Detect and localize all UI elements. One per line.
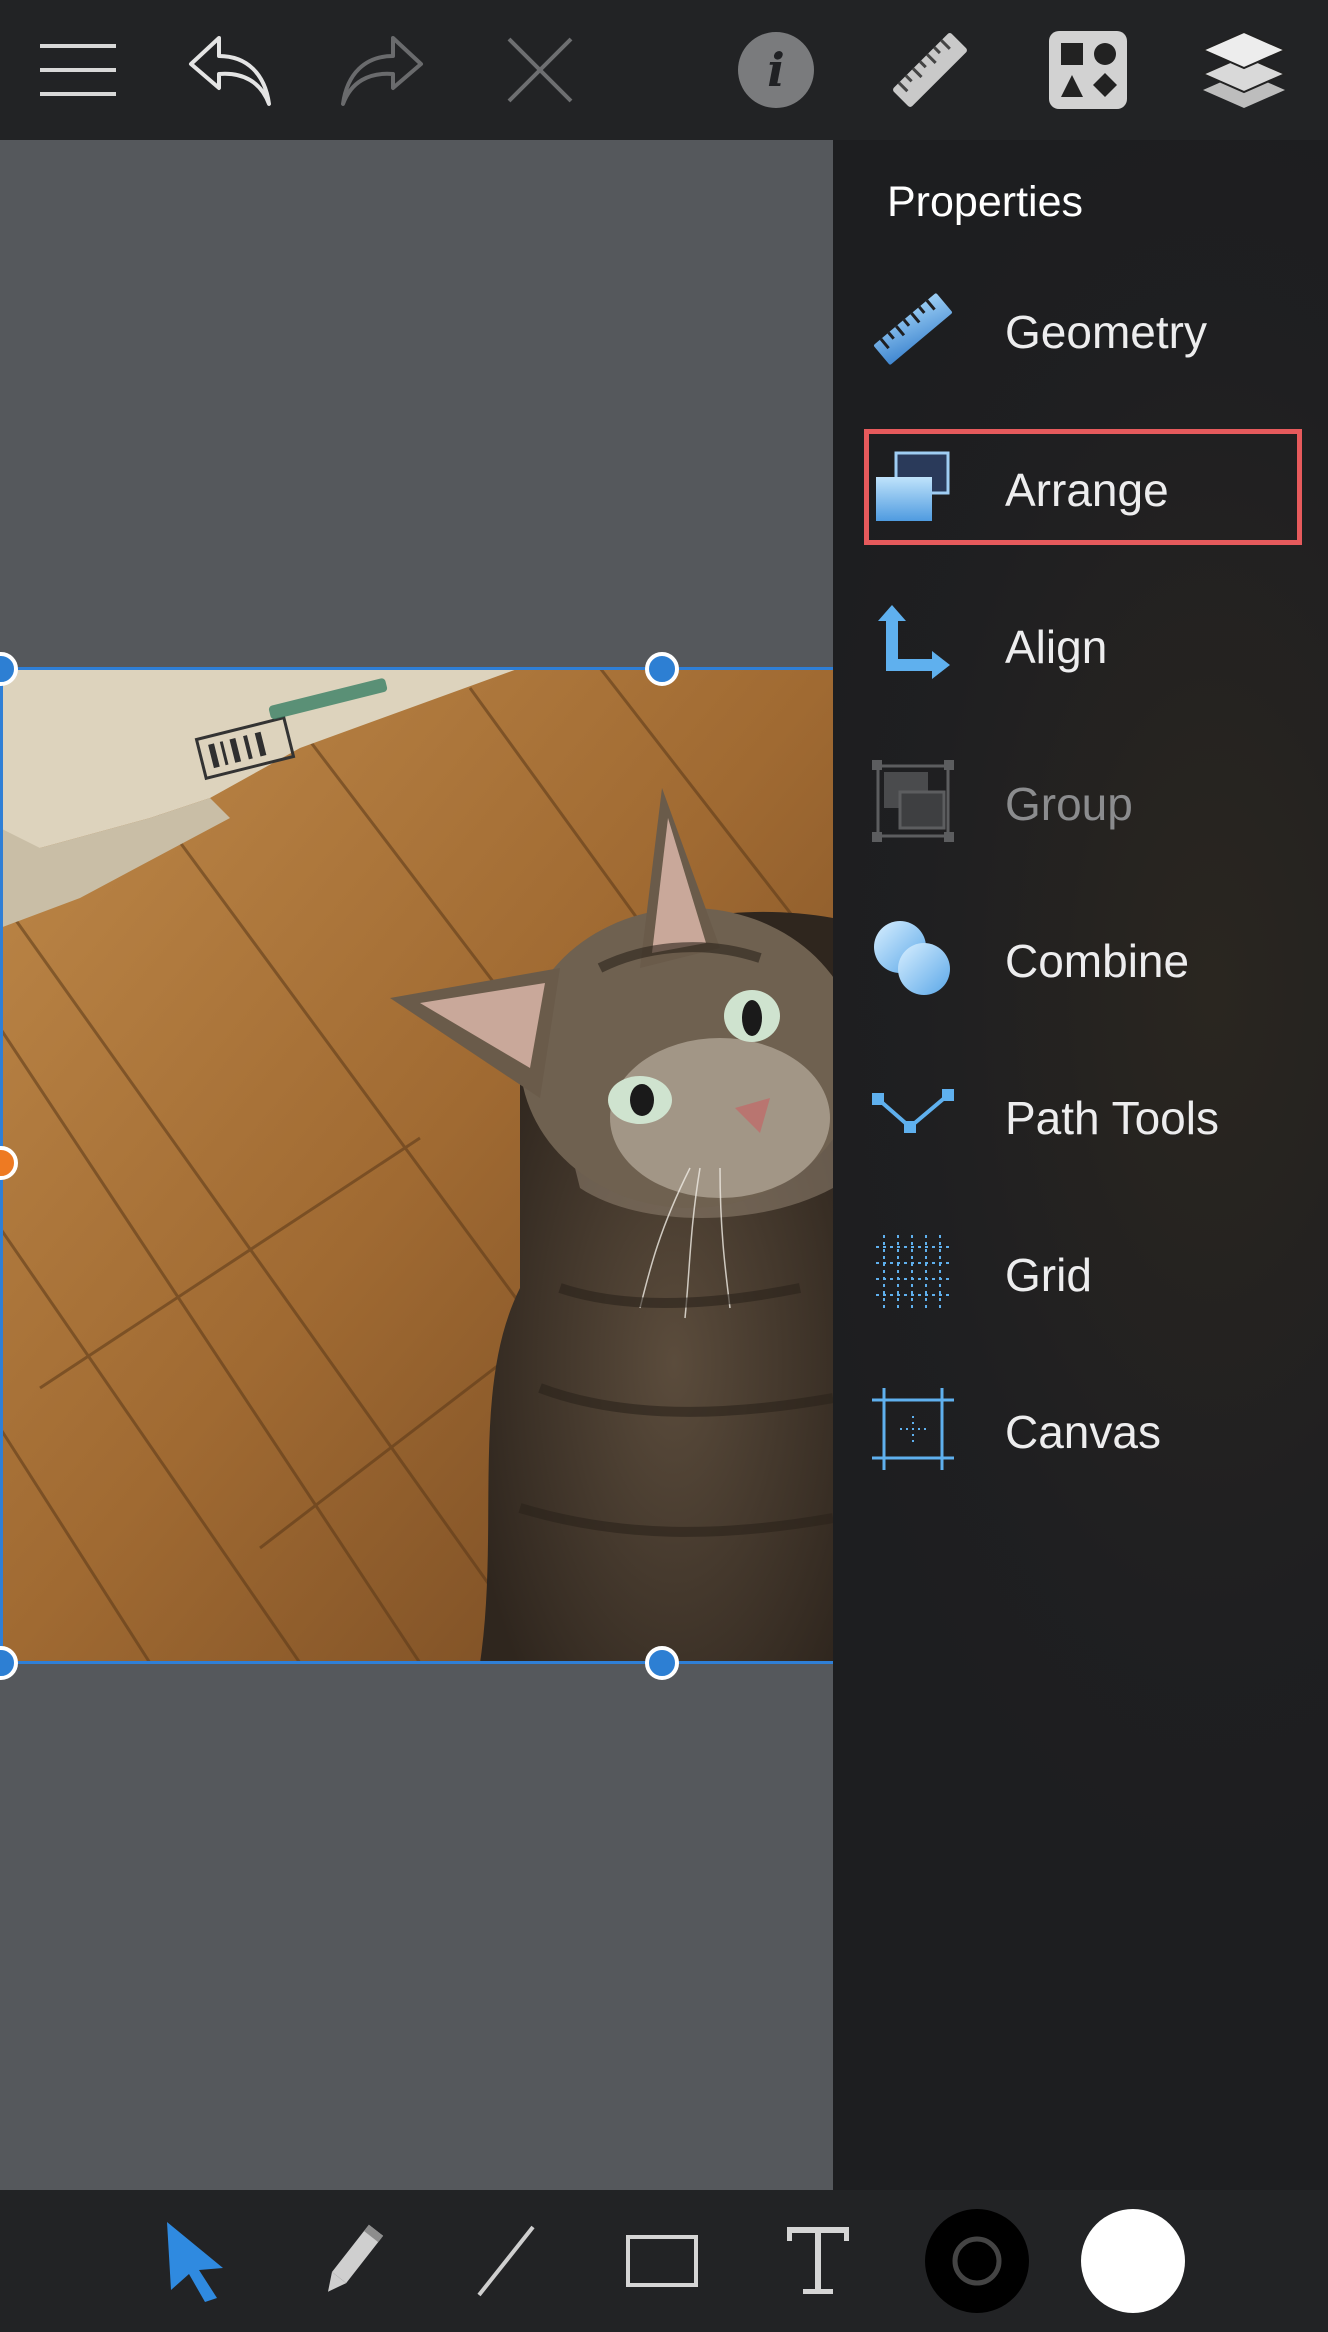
- layers-icon[interactable]: [1184, 10, 1304, 130]
- svg-text:i: i: [767, 43, 784, 97]
- property-canvas[interactable]: Canvas: [863, 1370, 1303, 1488]
- delete-icon[interactable]: [480, 10, 600, 130]
- property-arrange[interactable]: Arrange: [863, 428, 1303, 546]
- align-icon: [863, 585, 963, 703]
- panel-title: Properties: [887, 178, 1083, 226]
- select-tool-icon[interactable]: [136, 2201, 256, 2321]
- redo-icon[interactable]: [322, 10, 442, 130]
- property-label: Grid: [1005, 1249, 1092, 1301]
- property-label: Geometry: [1005, 306, 1207, 358]
- pencil-tool-icon[interactable]: [292, 2201, 412, 2321]
- stroke-color-swatch[interactable]: [917, 2201, 1037, 2321]
- resize-handle-bottom-middle[interactable]: [645, 1646, 679, 1680]
- combine-icon: [863, 899, 963, 1017]
- shapes-library-icon[interactable]: [1028, 10, 1148, 130]
- grid-icon: [863, 1213, 963, 1331]
- property-combine[interactable]: Combine: [863, 899, 1303, 1017]
- path-tools-icon: [863, 1056, 963, 1174]
- ruler-icon[interactable]: [870, 10, 990, 130]
- property-label: Path Tools: [1005, 1092, 1219, 1144]
- property-label: Group: [1005, 778, 1133, 830]
- drawing-canvas[interactable]: [0, 140, 833, 2190]
- property-align[interactable]: Align: [863, 585, 1303, 703]
- selection-top-edge: [0, 667, 833, 670]
- selection-bottom-edge: [0, 1661, 833, 1664]
- fill-color-swatch[interactable]: [1073, 2201, 1193, 2321]
- property-group[interactable]: Group: [863, 742, 1303, 860]
- property-grid[interactable]: Grid: [863, 1213, 1303, 1331]
- group-icon: [863, 742, 963, 860]
- undo-icon[interactable]: [170, 10, 290, 130]
- properties-panel: Properties Geometry Arrange Align Group …: [833, 140, 1328, 2190]
- rectangle-tool-icon[interactable]: [602, 2201, 722, 2321]
- property-label: Align: [1005, 621, 1108, 673]
- property-label: Canvas: [1005, 1406, 1161, 1458]
- top-toolbar: i: [0, 0, 1328, 140]
- arrange-icon: [863, 428, 963, 546]
- property-label: Arrange: [1005, 464, 1169, 516]
- menu-icon[interactable]: [18, 10, 138, 130]
- text-tool-icon[interactable]: [758, 2201, 878, 2321]
- cat-photo[interactable]: [0, 668, 833, 1663]
- resize-handle-top-middle[interactable]: [645, 652, 679, 686]
- info-icon[interactable]: i: [716, 10, 836, 130]
- canvas-icon: [863, 1370, 963, 1488]
- property-label: Combine: [1005, 935, 1190, 987]
- ruler-icon: [863, 270, 963, 388]
- property-path-tools[interactable]: Path Tools: [863, 1056, 1303, 1174]
- line-tool-icon[interactable]: [446, 2201, 566, 2321]
- bottom-toolbar: [0, 2190, 1328, 2332]
- property-geometry[interactable]: Geometry: [863, 270, 1303, 388]
